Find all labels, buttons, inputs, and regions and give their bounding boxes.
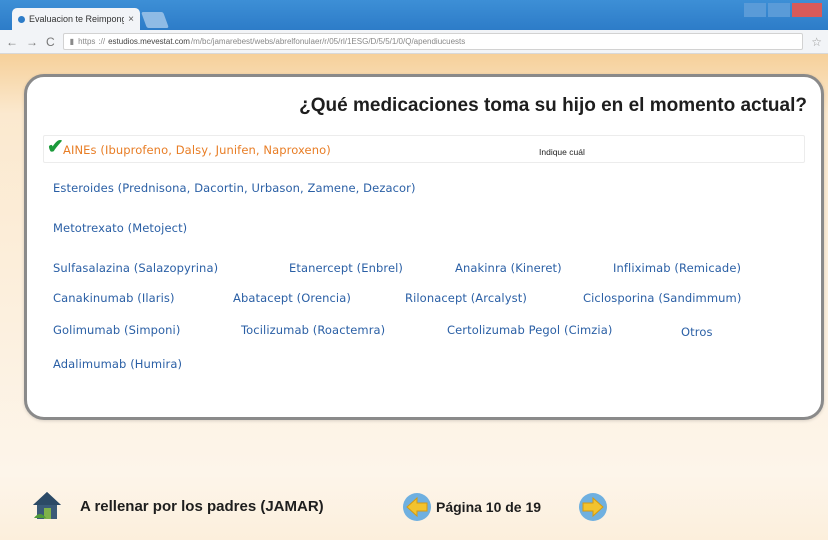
option-anakinra[interactable]: Anakinra (Kineret) — [455, 261, 562, 275]
tab-favicon-icon — [18, 15, 25, 23]
browser-tab[interactable]: Evaluacion te Reimpong × — [12, 8, 140, 30]
question-title: ¿Qué medicaciones toma su hijo en el mom… — [299, 95, 807, 116]
option-adalimumab[interactable]: Adalimumab (Humira) — [53, 357, 182, 371]
page-indicator: Página 10 de 19 — [436, 499, 542, 515]
option-etanercept[interactable]: Etanercept (Enbrel) — [289, 261, 403, 275]
option-tocilizumab[interactable]: Tocilizumab (Roactemra) — [241, 323, 385, 337]
checkmark-icon: ✔ — [47, 136, 64, 158]
tab-title: Evaluacion te Reimpong — [29, 14, 125, 24]
option-metotrexato[interactable]: Metotrexato (Metoject) — [53, 221, 187, 235]
forward-button[interactable]: → — [26, 35, 38, 49]
arrow-right-icon[interactable] — [578, 492, 608, 522]
minimize-button[interactable] — [744, 3, 766, 17]
arrow-left-icon[interactable] — [402, 492, 432, 522]
maximize-button[interactable] — [768, 3, 790, 17]
url-scheme: https — [78, 37, 96, 46]
reload-button[interactable]: C — [46, 35, 55, 49]
option-infliximab[interactable]: Infliximab (Remicade) — [613, 261, 741, 275]
house-icon[interactable] — [30, 488, 64, 522]
browser-titlebar: Evaluacion te Reimpong × — [0, 0, 828, 30]
option-abatacept[interactable]: Abatacept (Orencia) — [233, 291, 351, 305]
footer-label: A rellenar por los padres (JAMAR) — [80, 498, 324, 515]
option-certolizumab[interactable]: Certolizumab Pegol (Cimzia) — [447, 323, 612, 337]
option-ciclosporina[interactable]: Ciclosporina (Sandimmum) — [583, 291, 741, 305]
option-otros[interactable]: Otros — [681, 325, 713, 339]
option-rilonacept[interactable]: Rilonacept (Arcalyst) — [405, 291, 527, 305]
url-separator: :// — [98, 37, 106, 46]
window-controls — [744, 3, 822, 17]
option-canakinumab[interactable]: Canakinumab (Ilaris) — [53, 291, 175, 305]
option-golimumab[interactable]: Golimumab (Simponi) — [53, 323, 180, 337]
option-esteroides[interactable]: Esteroides (Prednisona, Dacortin, Urbaso… — [53, 181, 416, 195]
url-host: estudios.mevestat.com — [108, 37, 190, 46]
address-bar: ← → C ▮ https :// estudios.mevestat.com … — [0, 30, 828, 54]
url-path: /m/bc/jamarebest/webs/abrelfonulaer/r/05… — [190, 37, 466, 46]
back-button[interactable]: ← — [6, 35, 18, 49]
option-sulfasalazina[interactable]: Sulfasalazina (Salazopyrina) — [53, 261, 218, 275]
url-field[interactable]: ▮ https :// estudios.mevestat.com /m/bc/… — [62, 33, 804, 50]
indique-cual-label: Indique cuál — [539, 147, 585, 157]
new-tab-button[interactable] — [141, 12, 169, 28]
option-aines[interactable]: AINEs (Ibuprofeno, Dalsy, Junifen, Napro… — [63, 143, 331, 157]
bookmark-star-icon[interactable]: ☆ — [811, 35, 822, 49]
lock-icon: ▮ — [69, 37, 75, 46]
question-panel: ¿Qué medicaciones toma su hijo en el mom… — [24, 74, 824, 420]
close-window-button[interactable] — [792, 3, 822, 17]
tab-close-icon[interactable]: × — [128, 14, 134, 25]
